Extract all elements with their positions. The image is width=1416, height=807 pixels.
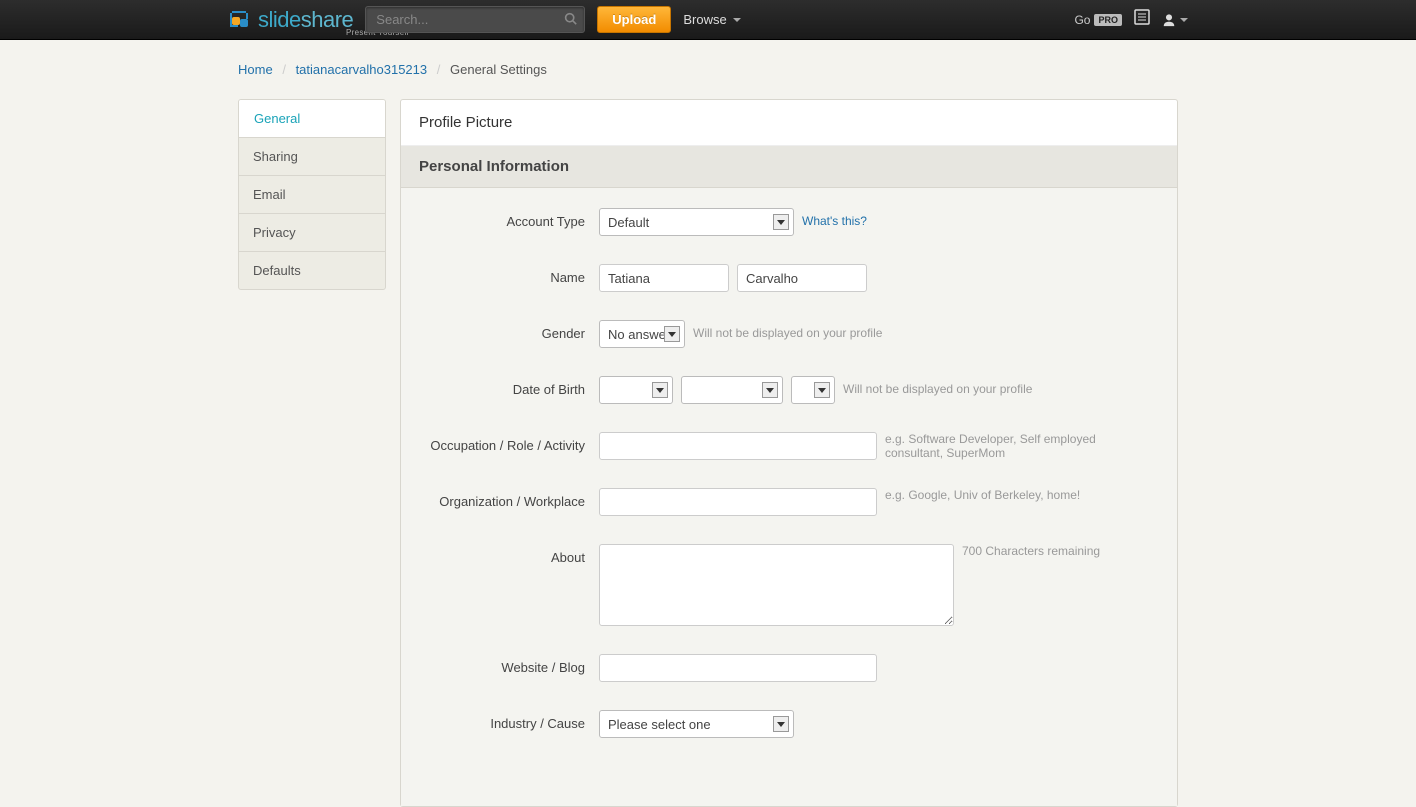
pro-badge: PRO (1094, 14, 1122, 26)
label-name: Name (419, 264, 585, 285)
breadcrumb-separator: / (282, 62, 286, 77)
logo[interactable]: slideshare Present Yourself (228, 7, 353, 33)
caret-down-icon (733, 18, 741, 22)
last-name-input[interactable] (737, 264, 867, 292)
dob-year-select[interactable] (791, 376, 835, 404)
label-dob: Date of Birth (419, 376, 585, 397)
gender-select[interactable]: No answer (599, 320, 685, 348)
sidebar-item-general[interactable]: General (238, 100, 385, 138)
upload-button[interactable]: Upload (597, 6, 671, 33)
search-wrap (365, 6, 585, 33)
first-name-input[interactable] (599, 264, 729, 292)
occupation-hint: e.g. Software Developer, Self employed c… (885, 432, 1105, 460)
go-pro-link[interactable]: Go PRO (1074, 13, 1122, 27)
gender-hint: Will not be displayed on your profile (693, 320, 882, 340)
section-personal-information: Personal Information (401, 146, 1177, 188)
organization-hint: e.g. Google, Univ of Berkeley, home! (885, 488, 1105, 502)
label-occupation: Occupation / Role / Activity (419, 432, 585, 453)
account-type-value: Default (608, 215, 649, 230)
settings-main: Profile Picture Personal Information Acc… (400, 99, 1178, 807)
sidebar-item-privacy[interactable]: Privacy (239, 214, 385, 252)
dob-hint: Will not be displayed on your profile (843, 376, 1032, 396)
section-profile-picture[interactable]: Profile Picture (401, 100, 1177, 146)
breadcrumb-user[interactable]: tatianacarvalho315213 (296, 62, 428, 77)
account-type-select[interactable]: Default (599, 208, 794, 236)
organization-input[interactable] (599, 488, 877, 516)
label-about: About (419, 544, 585, 565)
occupation-input[interactable] (599, 432, 877, 460)
chevron-down-icon (773, 214, 789, 230)
browse-label: Browse (683, 12, 726, 27)
breadcrumb-separator: / (437, 62, 441, 77)
breadcrumb-home[interactable]: Home (238, 62, 273, 77)
chevron-down-icon (652, 382, 668, 398)
caret-down-icon (1180, 18, 1188, 22)
label-website: Website / Blog (419, 654, 585, 675)
settings-sidebar: General Sharing Email Privacy Defaults (238, 99, 386, 290)
top-navigation: slideshare Present Yourself Upload Brows… (0, 0, 1416, 40)
account-type-help-link[interactable]: What's this? (802, 208, 867, 228)
logo-icon (228, 7, 254, 33)
search-icon[interactable] (564, 12, 577, 28)
label-organization: Organization / Workplace (419, 488, 585, 509)
browse-menu[interactable]: Browse (683, 12, 740, 27)
sidebar-item-sharing[interactable]: Sharing (239, 138, 385, 176)
website-input[interactable] (599, 654, 877, 682)
user-menu[interactable] (1162, 13, 1188, 27)
label-gender: Gender (419, 320, 585, 341)
chevron-down-icon (664, 326, 680, 342)
logo-text: slideshare (258, 7, 353, 33)
about-textarea[interactable] (599, 544, 954, 626)
search-input[interactable] (365, 6, 585, 33)
industry-value: Please select one (608, 717, 711, 732)
newsfeed-icon[interactable] (1134, 9, 1150, 30)
sidebar-item-defaults[interactable]: Defaults (239, 252, 385, 289)
about-hint: 700 Characters remaining (962, 544, 1122, 558)
go-pro-label: Go (1074, 13, 1090, 27)
label-account-type: Account Type (419, 208, 585, 229)
breadcrumb: Home / tatianacarvalho315213 / General S… (238, 62, 1178, 77)
sidebar-item-email[interactable]: Email (239, 176, 385, 214)
page-container: Home / tatianacarvalho315213 / General S… (238, 40, 1178, 807)
personal-info-form: Account Type Default What's this? Name (401, 188, 1177, 806)
gender-value: No answer (608, 327, 664, 342)
dob-day-select[interactable] (681, 376, 783, 404)
chevron-down-icon (773, 716, 789, 732)
chevron-down-icon (814, 382, 830, 398)
label-industry: Industry / Cause (419, 710, 585, 731)
dob-month-select[interactable] (599, 376, 673, 404)
breadcrumb-current: General Settings (450, 62, 547, 77)
industry-select[interactable]: Please select one (599, 710, 794, 738)
chevron-down-icon (762, 382, 778, 398)
